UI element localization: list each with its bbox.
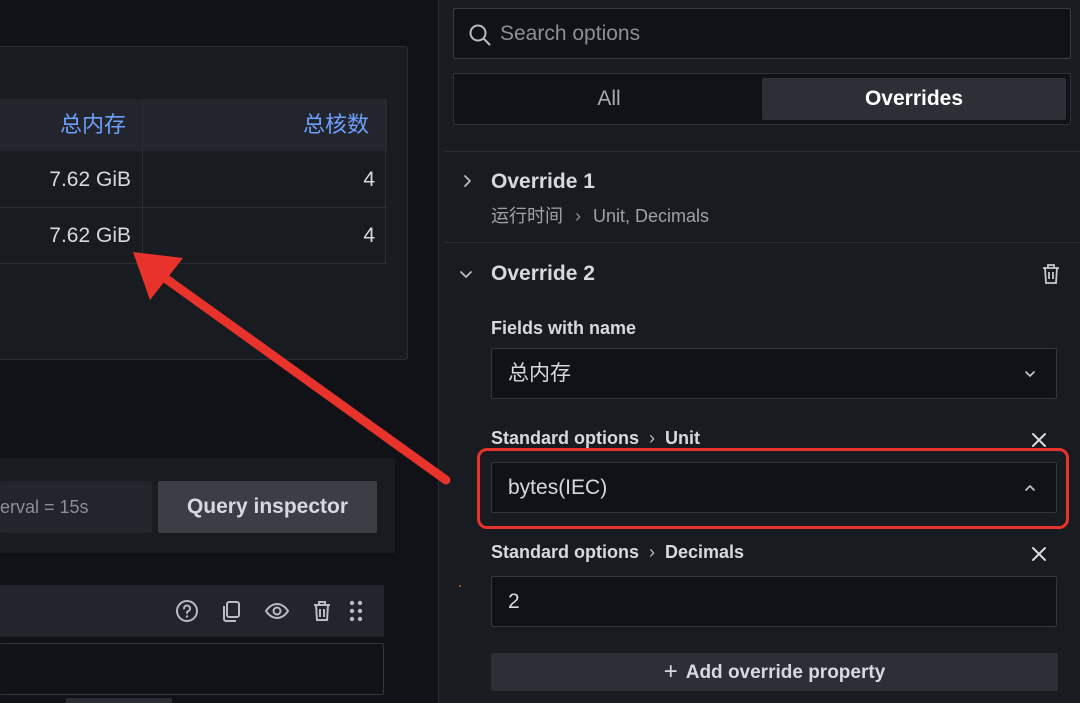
query-footer-element [66, 698, 172, 703]
table-header: 总内存 总核数 [0, 99, 387, 151]
trash-icon[interactable] [309, 598, 335, 624]
input-value: 2 [508, 590, 520, 613]
property-name: Decimals [665, 542, 745, 562]
search-input[interactable] [500, 9, 1060, 58]
query-interval-info[interactable]: erval = 15s [0, 481, 152, 533]
table-row: 7.62 GiB 4 [0, 152, 387, 208]
override-2-title[interactable]: Override 2 [491, 262, 595, 286]
table-cell-cores: 4 [363, 224, 375, 247]
options-tabs: All Overrides [453, 73, 1071, 125]
property-group: Standard options [491, 428, 639, 448]
override-1-props: Unit, Decimals [593, 206, 710, 226]
annotation-highlight-box [477, 448, 1069, 529]
help-icon[interactable] [174, 598, 200, 624]
override-1-summary: 运行时间 › Unit, Decimals [491, 202, 709, 228]
tab-all[interactable]: All [458, 78, 760, 120]
search-options-box[interactable] [453, 8, 1071, 59]
column-header-total-memory[interactable]: 总内存 [1, 99, 126, 151]
panel-editor-left: 总内存 总核数 7.62 GiB 4 7.62 GiB 4 erval = 15… [0, 0, 438, 703]
delete-override-icon[interactable] [1039, 262, 1063, 286]
close-icon[interactable] [1029, 430, 1049, 450]
artifact-dot [459, 585, 461, 587]
chevron-right-icon[interactable] [459, 173, 475, 189]
plus-icon: + [663, 658, 678, 685]
search-icon [468, 23, 492, 47]
drag-handle-icon[interactable] [345, 598, 371, 624]
fields-with-name-label: Fields with name [491, 318, 637, 338]
unit-property-label: Standard options › Unit [491, 428, 700, 449]
add-override-property-button[interactable]: + Add override property [491, 653, 1058, 691]
chevron-right-icon: › [649, 542, 655, 562]
duplicate-icon[interactable] [219, 598, 245, 624]
table-row: 7.62 GiB 4 [0, 208, 387, 264]
add-override-property-label: Add override property [685, 662, 886, 683]
decimals-property-label: Standard options › Decimals [491, 542, 744, 563]
fields-with-name-select[interactable]: 总内存 [491, 348, 1057, 399]
options-pane: All Overrides Override 1 运行时间 › Unit, Deci… [438, 0, 1080, 703]
chevron-right-icon: › [649, 428, 655, 448]
property-name: Unit [665, 428, 700, 448]
override-1-field: 运行时间 [491, 206, 563, 226]
close-icon[interactable] [1029, 544, 1049, 564]
divider [443, 151, 1080, 152]
column-header-total-cores[interactable]: 总核数 [143, 99, 369, 151]
divider [443, 242, 1080, 243]
chevron-down-icon [1022, 366, 1038, 382]
override-1-title[interactable]: Override 1 [491, 170, 595, 194]
property-group: Standard options [491, 542, 639, 562]
select-value: 总内存 [508, 362, 571, 385]
tab-overrides[interactable]: Overrides [762, 78, 1066, 120]
table-cell-memory: 7.62 GiB [49, 168, 131, 191]
eye-icon[interactable] [264, 598, 290, 624]
decimals-input[interactable]: 2 [491, 576, 1057, 627]
table-panel: 总内存 总核数 7.62 GiB 4 7.62 GiB 4 [0, 46, 408, 360]
query-inspector-button[interactable]: Query inspector [158, 481, 377, 533]
chevron-down-icon[interactable] [458, 266, 474, 282]
table-cell-cores: 4 [363, 168, 375, 191]
chevron-right-icon: › [575, 206, 581, 226]
query-editor-input[interactable] [0, 643, 384, 695]
table-cell-memory: 7.62 GiB [49, 224, 131, 247]
